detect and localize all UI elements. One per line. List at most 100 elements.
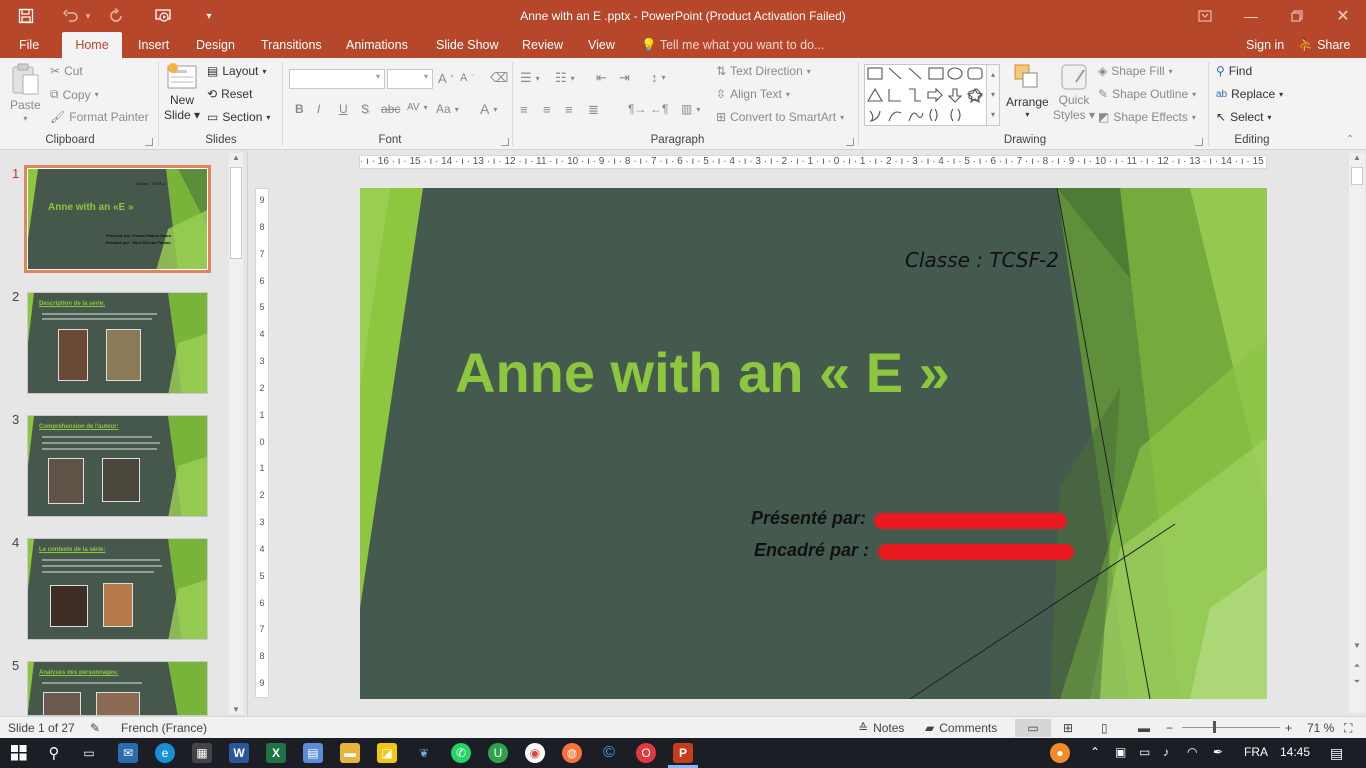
slide-sorter-icon[interactable]: ⊞ — [1063, 721, 1073, 735]
excel-icon[interactable]: X — [266, 743, 286, 763]
slide-thumbnail-4[interactable]: Le contexte de la série: — [27, 538, 208, 640]
customize-toolbar-icon[interactable]: ▾ — [193, 0, 225, 32]
redo-icon[interactable] — [100, 0, 132, 32]
start-from-beginning-icon[interactable] — [148, 0, 180, 32]
zoom-level[interactable]: 71 % — [1307, 721, 1334, 735]
task-view-icon[interactable]: ▭ — [79, 743, 99, 763]
reset-button[interactable]: ⟲ Reset — [207, 87, 252, 101]
language-indicator[interactable]: French (France) — [121, 721, 207, 735]
file-explorer-icon[interactable]: ▬ — [340, 743, 360, 763]
volume-icon[interactable]: ♪ — [1163, 745, 1169, 759]
tab-animations[interactable]: Animations — [346, 32, 408, 58]
tray-device-icon[interactable]: ▣ — [1115, 745, 1126, 759]
slide-thumbnail-5[interactable]: Analyses des personnages: — [27, 661, 208, 716]
editor-vertical-scrollbar[interactable]: ▲ ▼ ⏶ ⏷ — [1349, 153, 1365, 713]
scroll-down-icon[interactable]: ▼ — [1349, 641, 1365, 650]
numbering-icon[interactable]: ☷ ▾ — [555, 70, 575, 86]
tell-me-search[interactable]: 💡 Tell me what you want to do... — [641, 32, 825, 58]
minimize-icon[interactable]: — — [1228, 0, 1274, 32]
next-slide-icon[interactable]: ⏷ — [1349, 677, 1365, 687]
slide-thumbnail-2[interactable]: Description de la série: — [27, 292, 208, 394]
chrome-icon[interactable]: ◉ — [525, 743, 545, 763]
close-icon[interactable]: ✕ — [1320, 0, 1366, 32]
slide-thumbnail-1[interactable]: Classe : TCSF-2 Anne with an «E » Présen… — [24, 165, 211, 273]
whatsapp-icon[interactable]: ✆ — [451, 743, 471, 763]
slide-counter[interactable]: Slide 1 of 27 — [8, 721, 75, 735]
ltr-icon[interactable]: ¶→ — [628, 102, 646, 116]
share-button[interactable]: ⛹ Share — [1298, 32, 1350, 58]
ribbon-display-options-icon[interactable] — [1182, 0, 1228, 32]
tab-review[interactable]: Review — [522, 32, 563, 58]
drawing-launcher-icon[interactable] — [1195, 138, 1203, 146]
text-shadow-button[interactable]: S — [361, 102, 369, 116]
framed-by-label[interactable]: Encadré par : — [754, 540, 869, 561]
copy-dropdown-icon[interactable]: ▾ — [95, 90, 99, 99]
shape-fill-button[interactable]: ◈ Shape Fill ▾ — [1098, 64, 1173, 78]
shapes-gallery[interactable] — [864, 64, 1000, 126]
paste-dropdown-icon[interactable]: ▾ — [23, 114, 27, 123]
scroll-down-icon[interactable]: ▼ — [229, 705, 243, 714]
mail-icon[interactable]: ✉ — [118, 743, 138, 763]
opera-icon[interactable]: O — [636, 743, 656, 763]
new-slide-button[interactable]: New Slide ▾ — [164, 62, 200, 122]
paragraph-launcher-icon[interactable] — [846, 138, 854, 146]
character-spacing-button[interactable]: AV ▾ — [407, 102, 428, 113]
replace-button[interactable]: ab Replace ▾ — [1216, 87, 1283, 101]
presented-by-label[interactable]: Présenté par: — [751, 508, 866, 529]
align-center-icon[interactable]: ≡ — [543, 102, 551, 117]
word-icon[interactable]: W — [229, 743, 249, 763]
tab-slide-show[interactable]: Slide Show — [436, 32, 499, 58]
previous-slide-icon[interactable]: ⏶ — [1349, 661, 1365, 671]
slide-show-view-icon[interactable]: ▬ — [1138, 721, 1150, 735]
edge-icon[interactable]: e — [155, 743, 175, 763]
underline-button[interactable]: U — [339, 102, 348, 116]
bullets-icon[interactable]: ☰ ▾ — [520, 70, 540, 86]
upwork-icon[interactable]: U — [488, 743, 508, 763]
clipboard-launcher-icon[interactable] — [145, 138, 153, 146]
copy-button[interactable]: ⧉ Copy ▾ — [50, 87, 99, 102]
class-label[interactable]: Classe : TCSF-2 — [905, 248, 1059, 272]
font-name-combobox[interactable]: ▾ — [289, 69, 385, 89]
align-text-button[interactable]: ⇳ Align Text ▾ — [716, 87, 790, 101]
normal-view-button[interactable]: ▭ — [1015, 719, 1051, 737]
change-case-button[interactable]: Aa ▾ — [436, 102, 459, 116]
justify-icon[interactable]: ≣ — [588, 102, 599, 118]
tray-expand-icon[interactable]: ⌃ — [1090, 745, 1100, 759]
paste-button[interactable]: Paste ▾ — [10, 62, 41, 123]
comments-button[interactable]: ▰ Comments — [925, 721, 997, 735]
increase-indent-icon[interactable]: ⇥ — [619, 70, 630, 86]
sign-in-link[interactable]: Sign in — [1246, 32, 1284, 58]
shapes-gallery-scroll[interactable]: ▴ ▾ ▾ — [986, 64, 1000, 126]
search-icon[interactable]: ⚲ — [44, 743, 64, 763]
fit-to-window-icon[interactable]: ⛶ — [1344, 721, 1352, 736]
sticky-app-icon[interactable]: ◪ — [377, 743, 397, 763]
slide-title[interactable]: Anne with an « E » — [455, 340, 950, 405]
shape-effects-button[interactable]: ◩ Shape Effects ▾ — [1098, 110, 1196, 124]
line-spacing-icon[interactable]: ↕ ▾ — [651, 70, 666, 85]
arrange-button[interactable]: Arrange ▾ — [1006, 62, 1049, 119]
store-icon[interactable]: ▦ — [192, 743, 212, 763]
grow-font-button[interactable]: A ^ — [438, 71, 454, 86]
notes-button[interactable]: ≙ Notes — [858, 721, 904, 735]
windows-start-icon[interactable] — [9, 743, 29, 763]
tab-view[interactable]: View — [588, 32, 615, 58]
tab-insert[interactable]: Insert — [138, 32, 169, 58]
font-size-combobox[interactable]: ▾ — [387, 69, 433, 89]
quick-styles-button[interactable]: Quick Styles ▾ — [1053, 62, 1095, 122]
clock[interactable]: 14:45 — [1280, 745, 1310, 759]
slide-thumbnail-3[interactable]: Compréhension de l'auteur: — [27, 415, 208, 517]
spell-check-icon[interactable]: ✎ — [90, 721, 100, 735]
tab-file[interactable]: File — [19, 32, 39, 58]
input-language[interactable]: FRA — [1244, 745, 1268, 759]
save-icon[interactable] — [10, 0, 42, 32]
tab-design[interactable]: Design — [196, 32, 235, 58]
strikethrough-icon[interactable]: abc — [381, 102, 400, 116]
firefox-icon[interactable]: ◍ — [562, 743, 582, 763]
zoom-slider-track[interactable] — [1182, 727, 1280, 728]
tab-transitions[interactable]: Transitions — [261, 32, 322, 58]
thumbnails-scrollbar[interactable]: ▲ ▼ — [229, 153, 243, 714]
section-button[interactable]: ▭ Section ▾ — [207, 110, 270, 124]
undo-dropdown-icon[interactable]: ▾ — [80, 0, 96, 32]
scroll-up-icon[interactable]: ▲ — [229, 153, 243, 162]
action-center-icon[interactable]: ▤ — [1330, 745, 1343, 762]
